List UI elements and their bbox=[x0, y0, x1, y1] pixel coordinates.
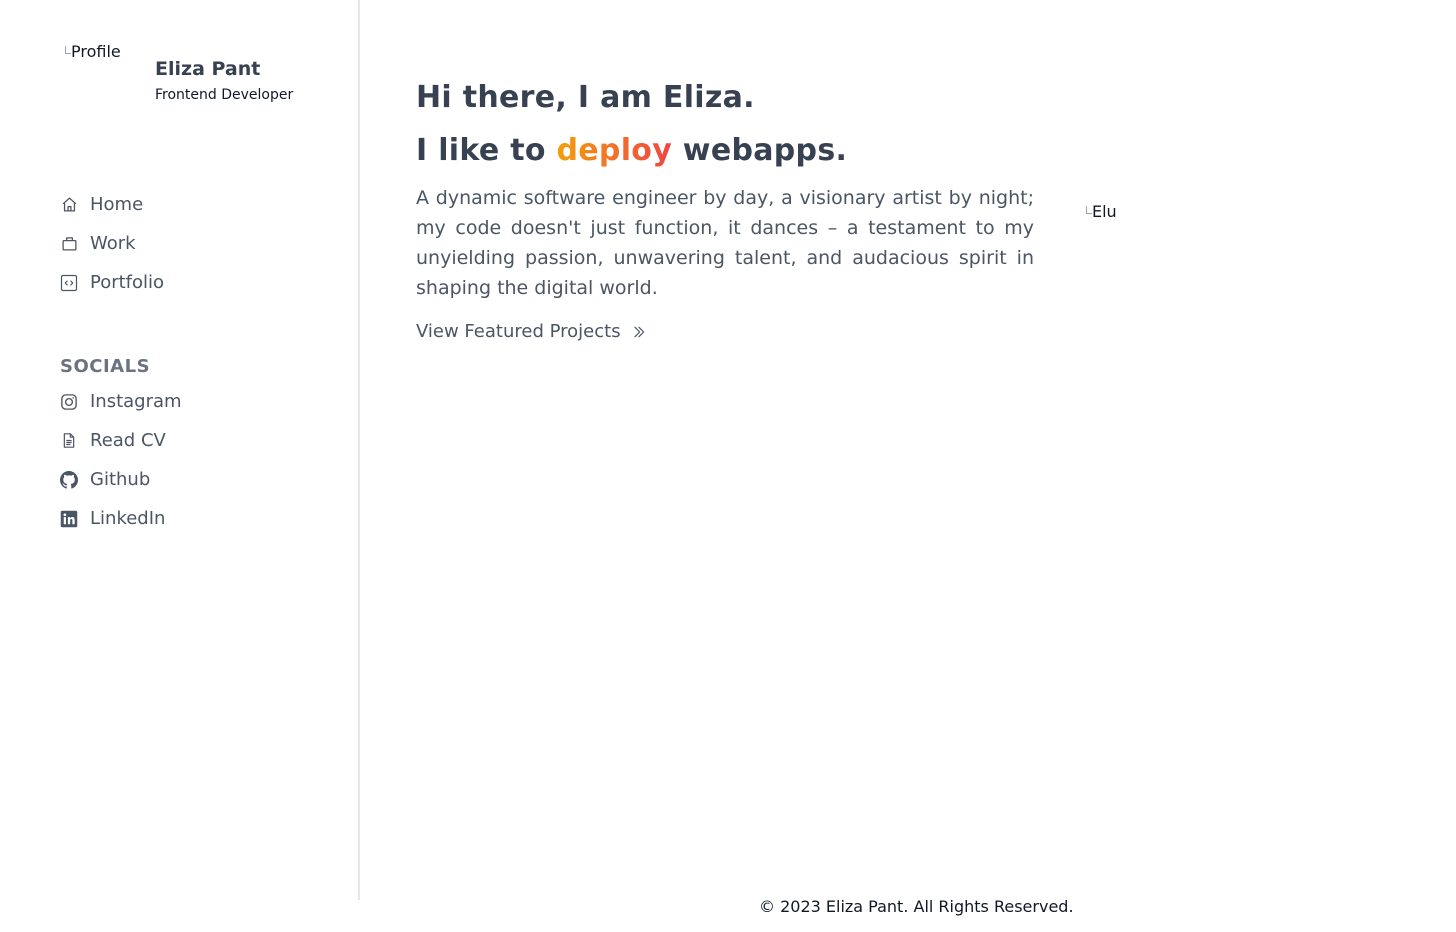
nav-item-label: Work bbox=[90, 233, 136, 254]
github-icon bbox=[60, 470, 78, 489]
main-nav: Home Work Portfolio bbox=[60, 185, 164, 302]
social-item-label: Instagram bbox=[90, 391, 182, 412]
chevrons-right-icon bbox=[631, 324, 647, 340]
document-icon bbox=[60, 432, 78, 450]
sidebar: Profile Eliza Pant Frontend Developer Ho… bbox=[0, 0, 360, 900]
hero-image-alt: Elu bbox=[1092, 202, 1117, 221]
nav-item-work[interactable]: Work bbox=[60, 224, 164, 263]
social-item-label: Read CV bbox=[90, 430, 166, 451]
hero-section: Hi there, I am Eliza. I like to deploy w… bbox=[416, 78, 1036, 342]
hero-greeting: Hi there, I am Eliza. bbox=[416, 80, 755, 115]
footer-copyright: © 2023 Eliza Pant. All Rights Reserved. bbox=[759, 897, 1074, 916]
profile-name: Eliza Pant bbox=[155, 58, 261, 80]
profile-role: Frontend Developer bbox=[155, 87, 294, 103]
nav-item-label: Home bbox=[90, 194, 144, 215]
nav-item-label: Portfolio bbox=[90, 272, 165, 293]
tagline-suffix: webapps. bbox=[672, 133, 848, 168]
code-icon bbox=[60, 274, 78, 292]
nav-item-portfolio[interactable]: Portfolio bbox=[60, 263, 164, 302]
hero-image: Elu bbox=[1086, 202, 1117, 221]
briefcase-icon bbox=[60, 235, 78, 253]
social-item-instagram[interactable]: Instagram bbox=[60, 382, 182, 421]
social-item-label: Github bbox=[90, 469, 151, 490]
socials-list: Instagram Read CV Github LinkedIn bbox=[60, 382, 182, 538]
hero-tagline: I like to deploy webapps. bbox=[416, 131, 1036, 171]
social-item-label: LinkedIn bbox=[90, 508, 166, 529]
profile-image-alt: Profile bbox=[71, 42, 121, 61]
social-item-read-cv[interactable]: Read CV bbox=[60, 421, 182, 460]
social-item-github[interactable]: Github bbox=[60, 460, 182, 499]
social-item-linkedin[interactable]: LinkedIn bbox=[60, 499, 182, 538]
hero-bio: A dynamic software engineer by day, a vi… bbox=[416, 187, 1034, 299]
tagline-accent: deploy bbox=[556, 133, 673, 168]
socials-heading: SOCIALS bbox=[60, 356, 151, 377]
tagline-prefix: I like to bbox=[416, 133, 557, 168]
cta-label: View Featured Projects bbox=[416, 321, 621, 342]
nav-item-home[interactable]: Home bbox=[60, 185, 164, 224]
instagram-icon bbox=[60, 393, 78, 411]
linkedin-icon bbox=[60, 510, 78, 528]
view-featured-projects-link[interactable]: View Featured Projects bbox=[416, 321, 647, 342]
home-icon bbox=[60, 196, 78, 214]
profile-image: Profile bbox=[65, 42, 145, 102]
